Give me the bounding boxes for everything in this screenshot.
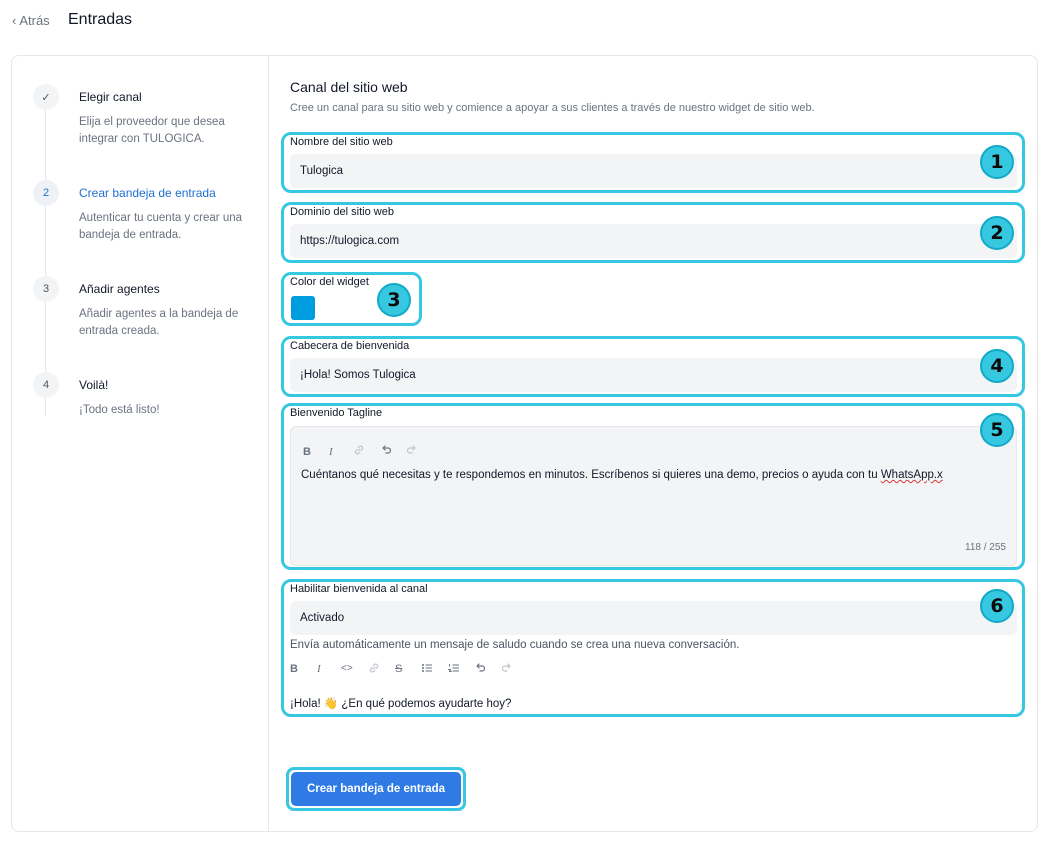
redo-icon[interactable]	[406, 444, 418, 459]
create-inbox-button[interactable]: Crear bandeja de entrada	[291, 772, 461, 806]
code-icon[interactable]: <>	[341, 663, 353, 674]
check-icon: ✓	[33, 84, 59, 110]
annotation-badge-4: 4	[980, 349, 1014, 383]
domain-label: Dominio del sitio web	[290, 206, 394, 218]
undo-icon[interactable]	[380, 444, 392, 459]
step-number: 3	[33, 276, 59, 302]
welcome-header-label: Cabecera de bienvenida	[290, 340, 410, 352]
chevron-left-icon: ‹	[12, 13, 17, 28]
step-description: Elija el proveedor que desea integrar co…	[79, 116, 225, 145]
form-description: Cree un canal para su sitio web y comien…	[290, 102, 815, 114]
step-number: 2	[33, 180, 59, 206]
widget-color-swatch[interactable]	[291, 296, 315, 320]
steps-rail	[45, 96, 46, 416]
inbox-wizard-card: ✓ Elegir canal Elija el proveedor que de…	[11, 55, 1038, 832]
domain-input[interactable]: https://tulogica.com	[290, 224, 1017, 258]
undo-icon[interactable]	[474, 662, 486, 677]
link-icon[interactable]	[353, 444, 365, 459]
greeting-select[interactable]: Activado	[290, 601, 1017, 635]
spellcheck-flagged-word: WhatsApp.x	[880, 469, 943, 481]
site-name-input[interactable]: Tulogica	[290, 154, 1017, 188]
back-label: Atrás	[19, 13, 50, 28]
bullet-list-icon[interactable]	[421, 662, 433, 677]
link-icon[interactable]	[368, 662, 380, 677]
greeting-hint: Envía automáticamente un mensaje de salu…	[290, 639, 740, 651]
step-title: Añadir agentes	[79, 282, 160, 296]
redo-icon[interactable]	[501, 662, 513, 677]
top-bar: ‹ Atrás Entradas	[0, 0, 1051, 44]
step-number: 4	[33, 372, 59, 398]
widget-color-label: Color del widget	[290, 276, 369, 288]
italic-icon[interactable]: I	[329, 446, 333, 458]
tagline-editor[interactable]: B I Cuéntanos qué necesitas y te respond…	[290, 426, 1017, 566]
step-title: Crear bandeja de entrada	[79, 186, 216, 200]
step-title: Elegir canal	[79, 90, 142, 104]
page-title: Entradas	[68, 11, 133, 28]
step-description: Autenticar tu cuenta y crear una bandeja…	[79, 212, 243, 241]
back-button[interactable]: ‹ Atrás	[12, 13, 50, 28]
italic-icon[interactable]: I	[317, 663, 321, 675]
bold-icon[interactable]: B	[303, 446, 311, 458]
tagline-label: Bienvenido Tagline	[290, 407, 383, 419]
annotation-badge-2: 2	[980, 216, 1014, 250]
annotation-badge-5: 5	[980, 413, 1014, 447]
tagline-char-counter: 118 / 255	[965, 542, 1006, 553]
greeting-toggle-label: Habilitar bienvenida al canal	[290, 583, 428, 595]
steps-sidebar: ✓ Elegir canal Elija el proveedor que de…	[12, 56, 269, 831]
site-name-label: Nombre del sitio web	[290, 136, 393, 148]
annotation-badge-6: 6	[980, 589, 1014, 623]
website-channel-form: Canal del sitio web Cree un canal para s…	[270, 56, 1037, 831]
annotation-badge-3: 3	[377, 283, 411, 317]
step-title: Voilà!	[79, 378, 109, 392]
welcome-header-input[interactable]: ¡Hola! Somos Tulogica	[290, 358, 1017, 392]
form-title: Canal del sitio web	[290, 79, 408, 95]
tagline-text: Cuéntanos qué necesitas y te respondemos…	[301, 469, 943, 481]
step-description: ¡Todo está listo!	[79, 404, 160, 416]
numbered-list-icon[interactable]	[447, 662, 460, 677]
greeting-message-editor[interactable]: ¡Hola! 👋 ¿En qué podemos ayudarte hoy?	[290, 696, 511, 710]
annotation-badge-1: 1	[980, 145, 1014, 179]
strikethrough-icon[interactable]: S	[395, 663, 402, 675]
step-description: Añadir agentes a la bandeja de entrada c…	[79, 308, 239, 337]
bold-icon[interactable]: B	[290, 663, 298, 675]
